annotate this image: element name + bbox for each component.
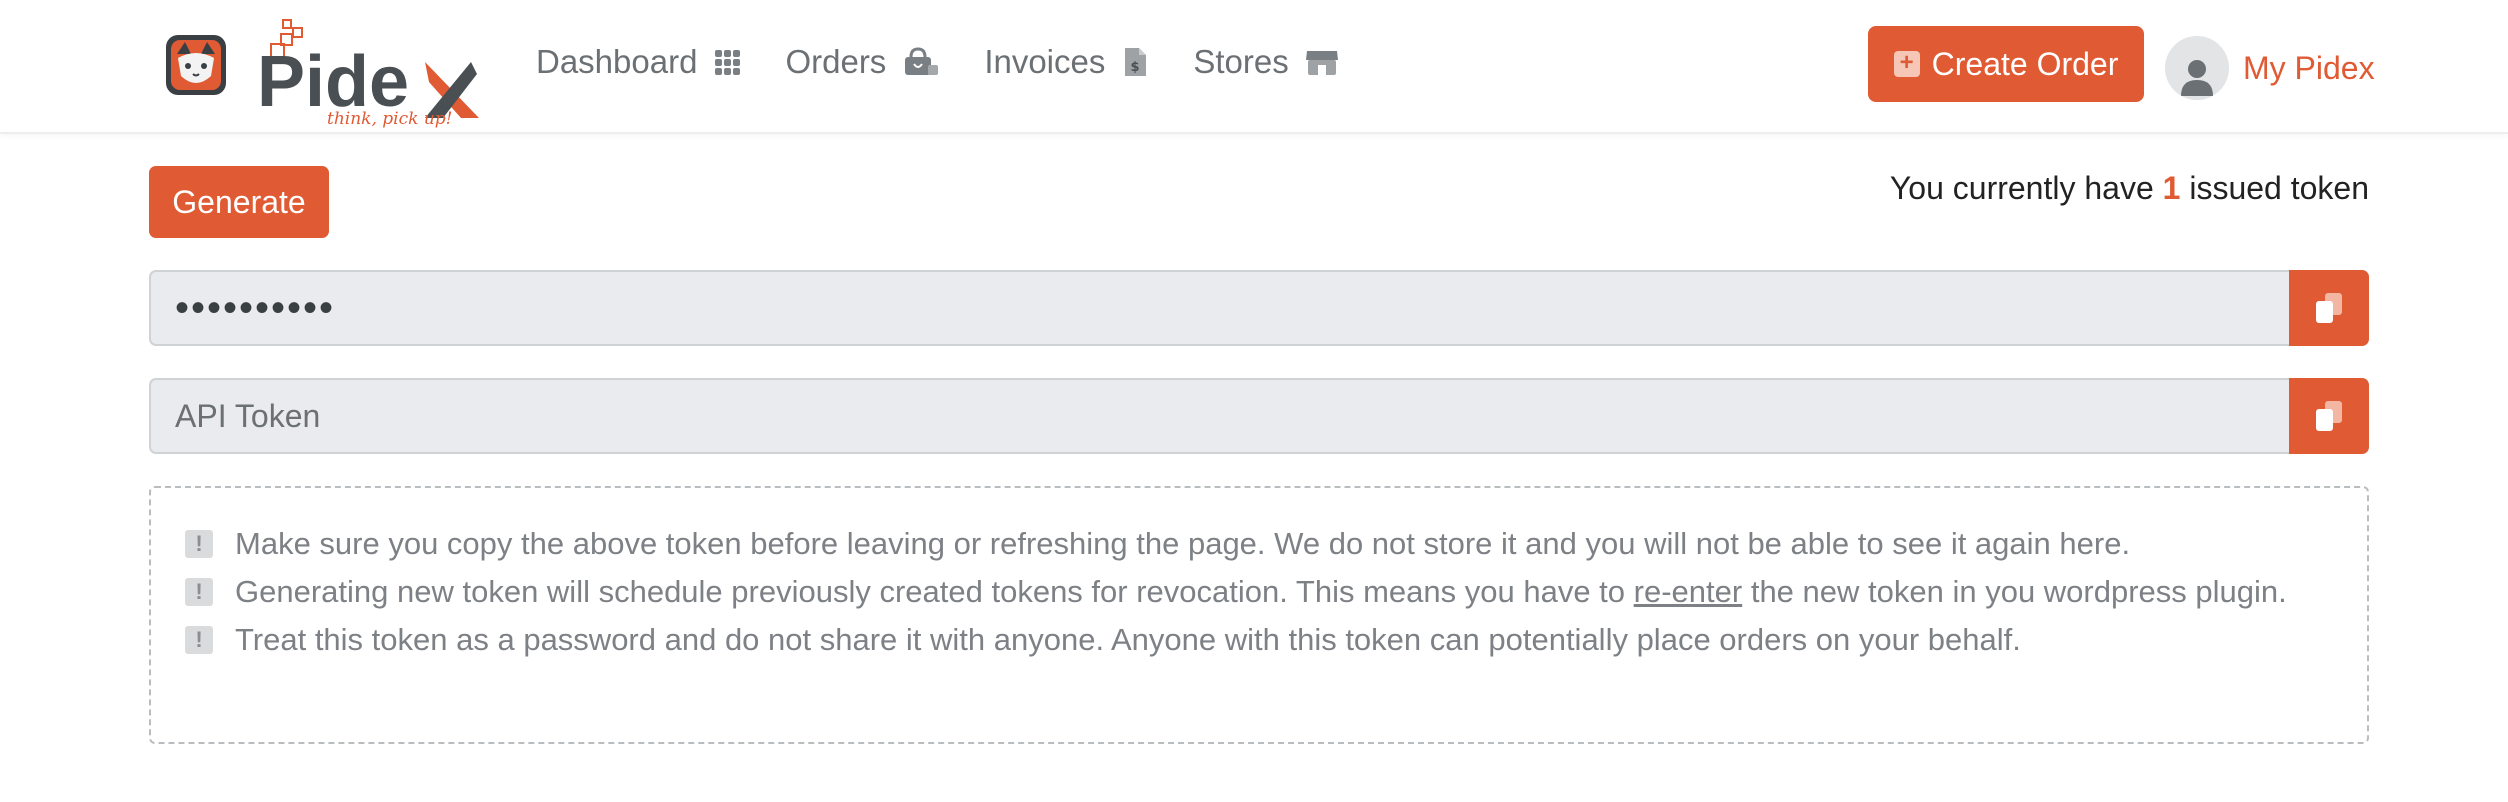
- token-field-row: [149, 270, 2369, 346]
- user-icon: [2181, 60, 2213, 96]
- create-order-label: Create Order: [1931, 45, 2119, 82]
- brand-logo[interactable]: Pide think, pick up!: [165, 16, 485, 128]
- exclamation-icon: !: [185, 626, 213, 654]
- grid-icon: [715, 50, 741, 75]
- note-item: ! Make sure you copy the above token bef…: [185, 520, 2333, 568]
- note-text: Treat this token as a password and do no…: [235, 622, 2021, 657]
- copy-api-token-button[interactable]: [2289, 378, 2369, 454]
- api-token-field-row: [149, 378, 2369, 454]
- nav-orders-label: Orders: [785, 43, 887, 80]
- note-text-part: Generating new token will schedule previ…: [235, 574, 1626, 609]
- nav-stores-label: Stores: [1193, 43, 1289, 80]
- generate-button[interactable]: Generate: [149, 166, 329, 238]
- note-text: Make sure you copy the above token befor…: [235, 526, 2131, 561]
- nav-dashboard[interactable]: Dashboard: [536, 43, 741, 81]
- exclamation-icon: !: [185, 530, 213, 558]
- user-menu-label: My Pidex: [2243, 49, 2375, 86]
- main-nav: Dashboard Orders Invoices $ Stores: [536, 0, 1383, 124]
- avatar: [2165, 36, 2229, 100]
- user-menu[interactable]: My Pidex: [2165, 36, 2375, 100]
- svg-text:$: $: [1131, 60, 1140, 75]
- token-notes-box: ! Make sure you copy the above token bef…: [149, 486, 2369, 744]
- copy-token-button[interactable]: [2289, 270, 2369, 346]
- note-item: ! Generating new token will schedule pre…: [185, 568, 2333, 616]
- copy-icon: [2316, 401, 2342, 431]
- re-enter-link[interactable]: re-enter: [1634, 574, 1743, 609]
- fox-logo-icon: [166, 35, 226, 95]
- top-navbar: Pide think, pick up! Dashboard Orders In…: [0, 0, 2508, 134]
- note-item: ! Treat this token as a password and do …: [185, 616, 2333, 664]
- token-count-suffix: issued token: [2189, 170, 2369, 206]
- token-count-text: You currently have 1 issued token: [1890, 170, 2369, 207]
- note-text: Generating new token will schedule previ…: [235, 568, 2287, 616]
- nav-stores[interactable]: Stores: [1193, 43, 1338, 81]
- brand-tagline: think, pick up!: [327, 109, 452, 128]
- api-token-input[interactable]: [149, 378, 2289, 454]
- token-count-prefix: You currently have: [1889, 170, 2154, 206]
- store-icon: [1305, 51, 1338, 75]
- nav-orders[interactable]: Orders: [785, 43, 940, 81]
- invoice-icon: $: [1125, 48, 1147, 76]
- note-text-part: the new token in you wordpress plugin.: [1750, 574, 2287, 609]
- exclamation-icon: !: [185, 578, 213, 606]
- nav-invoices-label: Invoices: [984, 43, 1106, 80]
- copy-icon: [2316, 293, 2342, 323]
- pidex-wordmark: Pide think, pick up!: [257, 19, 479, 128]
- shopping-bag-icon: [905, 47, 939, 75]
- nav-invoices[interactable]: Invoices $: [984, 43, 1149, 81]
- create-order-button[interactable]: + Create Order: [1868, 26, 2144, 102]
- plus-icon: +: [1893, 51, 1920, 77]
- nav-dashboard-label: Dashboard: [536, 43, 698, 80]
- token-value-field[interactable]: [149, 270, 2289, 346]
- token-count-number: 1: [2162, 170, 2181, 206]
